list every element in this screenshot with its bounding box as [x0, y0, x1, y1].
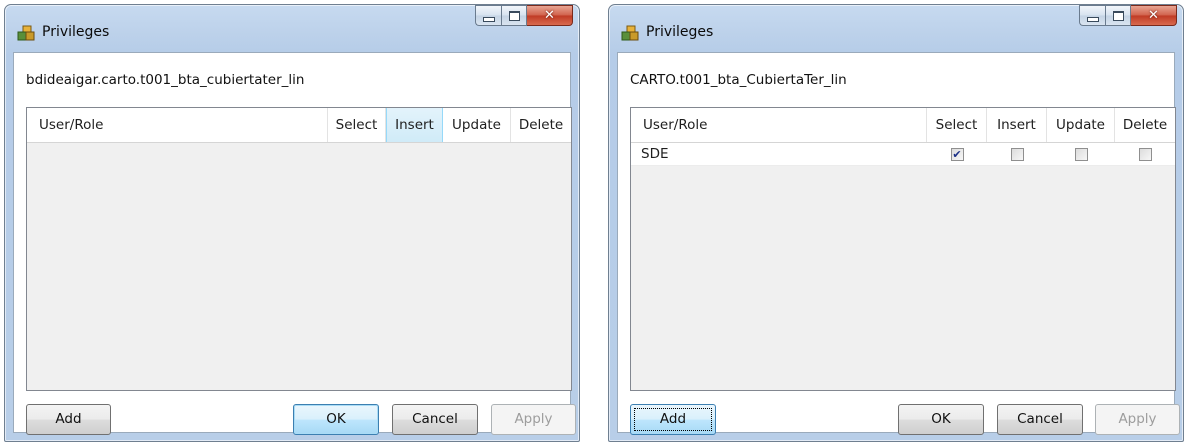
table-row[interactable]: SDE ✔ — [631, 143, 1175, 166]
minimize-icon — [1086, 16, 1099, 22]
privileges-dialog-2: Privileges ✕ CARTO.t001_bta_CubiertaTer_… — [608, 4, 1184, 442]
minimize-icon — [482, 16, 495, 22]
window-title: Privileges — [646, 24, 714, 40]
grid-header: User/Role Select Insert Update Delete — [27, 108, 571, 143]
close-icon: ✕ — [1148, 8, 1159, 23]
privileges-cubes-icon — [621, 25, 639, 41]
column-header-insert[interactable]: Insert — [987, 108, 1047, 142]
column-header-update[interactable]: Update — [443, 108, 511, 142]
maximize-button[interactable] — [501, 5, 527, 26]
column-header-select[interactable]: Select — [328, 108, 386, 142]
privileges-grid[interactable]: User/Role Select Insert Update Delete — [26, 107, 572, 391]
title-bar[interactable]: Privileges ✕ — [609, 5, 1183, 51]
close-icon: ✕ — [544, 8, 555, 23]
privileges-dialog-1: Privileges ✕ bdideaigar.carto.t001_bta_c… — [4, 4, 580, 442]
close-button[interactable]: ✕ — [527, 5, 573, 26]
close-button[interactable]: ✕ — [1131, 5, 1177, 26]
title-bar[interactable]: Privileges ✕ — [5, 5, 579, 51]
object-name-label: CARTO.t001_bta_CubiertaTer_lin — [630, 72, 847, 88]
dialog-client-area: CARTO.t001_bta_CubiertaTer_lin User/Role… — [617, 52, 1180, 435]
maximize-icon — [508, 10, 520, 21]
focus-ring — [634, 408, 712, 431]
cancel-button[interactable]: Cancel — [392, 404, 478, 435]
column-header-delete[interactable]: Delete — [1115, 108, 1175, 142]
dialog-client-area: bdideaigar.carto.t001_bta_cubiertater_li… — [13, 52, 576, 435]
ok-button[interactable]: OK — [898, 404, 984, 435]
apply-button[interactable]: Apply — [1095, 404, 1180, 435]
column-header-user-role[interactable]: User/Role — [631, 108, 927, 142]
delete-checkbox[interactable] — [1138, 147, 1152, 161]
privileges-cubes-icon — [17, 25, 35, 41]
cancel-button[interactable]: Cancel — [997, 404, 1083, 435]
apply-button[interactable]: Apply — [491, 404, 576, 435]
grid-header: User/Role Select Insert Update Delete — [631, 108, 1175, 143]
column-header-delete[interactable]: Delete — [511, 108, 571, 142]
insert-checkbox[interactable] — [1010, 147, 1024, 161]
update-checkbox[interactable] — [1074, 147, 1088, 161]
add-button[interactable]: Add — [630, 404, 716, 435]
column-header-select[interactable]: Select — [927, 108, 987, 142]
maximize-icon — [1112, 10, 1124, 21]
select-checkbox[interactable]: ✔ — [950, 147, 964, 161]
minimize-button[interactable] — [475, 5, 501, 26]
minimize-button[interactable] — [1079, 5, 1105, 26]
add-button[interactable]: Add — [26, 404, 111, 435]
maximize-button[interactable] — [1105, 5, 1131, 26]
window-title: Privileges — [42, 24, 110, 40]
object-name-label: bdideaigar.carto.t001_bta_cubiertater_li… — [26, 72, 305, 88]
column-header-insert[interactable]: Insert — [386, 108, 443, 142]
column-header-user-role[interactable]: User/Role — [27, 108, 328, 142]
row-user-role: SDE — [641, 146, 669, 162]
ok-button[interactable]: OK — [293, 404, 379, 435]
privileges-grid[interactable]: User/Role Select Insert Update Delete SD… — [630, 107, 1176, 391]
column-header-update[interactable]: Update — [1047, 108, 1115, 142]
